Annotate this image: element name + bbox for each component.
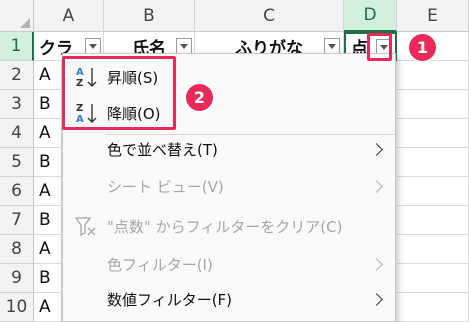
cell-a5[interactable]: B (34, 148, 62, 177)
menu-item-color-filter[interactable]: 色フィルター(I) (63, 247, 395, 282)
row-header-5[interactable]: 5 (0, 148, 34, 177)
highlight-filter-button (367, 33, 392, 61)
chevron-right-icon (370, 257, 383, 271)
menu-item-number-filter[interactable]: 数値フィルター(F) (63, 282, 395, 317)
cell-e8[interactable] (397, 235, 469, 264)
column-header-c[interactable]: C (195, 0, 344, 32)
cell-e2[interactable] (397, 61, 469, 90)
clear-filter-label: "点数" からフィルターをクリア(C) (107, 218, 343, 236)
column-header-d[interactable]: D (344, 0, 397, 32)
cell-a9[interactable]: B (34, 264, 62, 293)
cell-a2[interactable]: A (34, 61, 62, 90)
cell-e7[interactable] (397, 206, 469, 235)
menu-item-sheet-view[interactable]: シート ビュー(V) (63, 169, 395, 204)
cell-e5[interactable] (397, 148, 469, 177)
cell-a6[interactable]: A (34, 177, 62, 206)
row-header-9[interactable]: 9 (0, 264, 34, 293)
filter-dropdown-a[interactable] (85, 38, 101, 54)
chevron-right-icon (370, 292, 383, 306)
select-all-corner[interactable] (0, 0, 34, 32)
row-header-6[interactable]: 6 (0, 177, 34, 206)
number-filter-label: 数値フィルター(F) (107, 291, 233, 309)
cell-a3[interactable]: B (34, 90, 62, 119)
row-header-7[interactable]: 7 (0, 206, 34, 235)
cell-a4[interactable]: A (34, 119, 62, 148)
row-header-2[interactable]: 2 (0, 61, 34, 90)
row-header-1[interactable]: 1 (0, 32, 34, 61)
cell-a7[interactable]: B (34, 206, 62, 235)
step-badge-1: 1 (409, 34, 436, 61)
row-header-10[interactable]: 10 (0, 293, 34, 322)
cell-e6[interactable] (397, 177, 469, 206)
row-header-8[interactable]: 8 (0, 235, 34, 264)
chevron-right-icon (370, 179, 383, 193)
cell-e3[interactable] (397, 90, 469, 119)
row-header-3[interactable]: 3 (0, 90, 34, 119)
clear-filter-icon (75, 217, 96, 237)
menu-item-clear-filter[interactable]: "点数" からフィルターをクリア(C) (63, 209, 395, 244)
cell-e10[interactable] (397, 293, 469, 322)
menu-item-sort-by-color[interactable]: 色で並べ替え(T) (63, 132, 395, 167)
highlight-sort-options (62, 56, 176, 130)
sheet-view-label: シート ビュー(V) (107, 178, 224, 196)
filter-dropdown-b[interactable] (176, 38, 192, 54)
cell-e9[interactable] (397, 264, 469, 293)
column-header-b[interactable]: B (104, 0, 195, 32)
cell-e4[interactable] (397, 119, 469, 148)
row-header-4[interactable]: 4 (0, 119, 34, 148)
sort-by-color-label: 色で並べ替え(T) (107, 141, 218, 159)
column-header-a[interactable]: A (34, 0, 104, 32)
color-filter-label: 色フィルター(I) (107, 256, 213, 274)
cell-a8[interactable]: A (34, 235, 62, 264)
filter-dropdown-c[interactable] (324, 38, 340, 54)
step-badge-2: 2 (186, 84, 213, 111)
cell-a10[interactable]: A (34, 293, 62, 322)
chevron-right-icon (370, 142, 383, 156)
column-header-e[interactable]: E (397, 0, 469, 32)
